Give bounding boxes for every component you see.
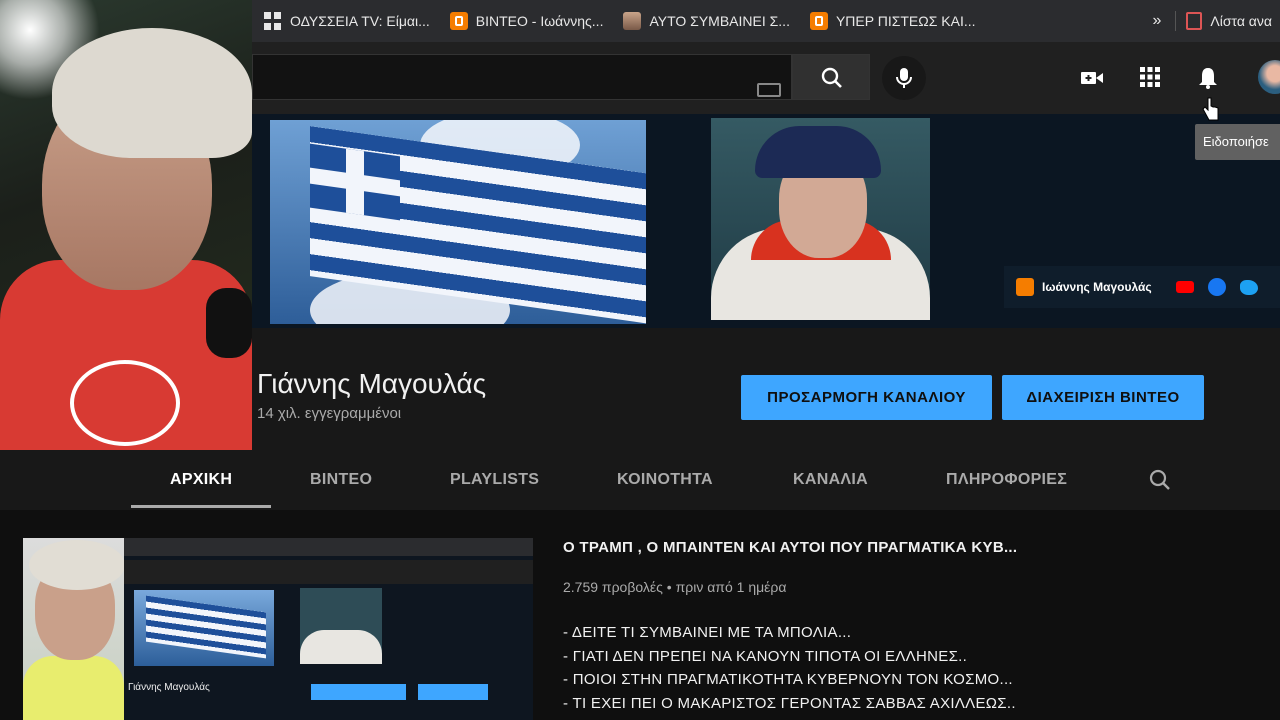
blogger-icon xyxy=(449,12,468,30)
subscriber-count: 14 χιλ. εγγεγραμμένοι xyxy=(257,405,402,422)
banner-link-label[interactable]: Ιωάννης Μαγουλάς xyxy=(1042,280,1152,294)
blogger-link-icon[interactable] xyxy=(1016,278,1034,296)
create-video-icon[interactable] xyxy=(1080,66,1104,90)
channel-search-icon[interactable] xyxy=(1148,468,1172,492)
microphone xyxy=(206,288,252,358)
banner-links: Ιωάννης Μαγουλάς xyxy=(1004,266,1280,308)
channel-banner: Ιωάννης Μαγουλάς xyxy=(252,114,1280,328)
voice-search-button[interactable] xyxy=(882,56,926,100)
divider xyxy=(1175,11,1177,31)
blogger-icon xyxy=(809,12,828,30)
bookmark-label: ΑΥΤΟ ΣΥΜΒΑΙΝΕΙ Σ... xyxy=(649,13,790,29)
bookmark-3[interactable]: ΑΥΤΟ ΣΥΜΒΑΙΝΕΙ Σ... xyxy=(623,12,790,30)
banner-portrait-image xyxy=(711,118,930,320)
reading-list-icon xyxy=(1186,12,1203,30)
bookmark-label: ΥΠΕΡ ΠΙΣΤΕΩΣ ΚΑΙ... xyxy=(835,13,976,29)
apps-grid-icon xyxy=(264,12,282,30)
search-icon xyxy=(821,67,842,88)
tab-videos[interactable]: ΒΙΝΤΕΟ xyxy=(310,450,372,508)
tab-playlists[interactable]: PLAYLISTS xyxy=(450,450,539,508)
featured-video-description: - ΔΕΙΤΕ ΤΙ ΣΥΜΒΑΙΝΕΙ ΜΕ ΤΑ ΜΠΟΛΙΑ... - Γ… xyxy=(563,621,1016,715)
thumbnail-channel-name: Γιάννης Μαγουλάς xyxy=(128,682,210,693)
tab-community[interactable]: ΚΟΙΝΟΤΗΤΑ xyxy=(617,450,713,508)
notifications-tooltip: Ειδοποιήσε xyxy=(1195,124,1280,160)
youtube-link-icon[interactable] xyxy=(1175,281,1194,293)
search-input[interactable] xyxy=(252,54,792,100)
notifications-bell-icon[interactable] xyxy=(1196,66,1220,90)
meta-separator: • xyxy=(666,579,676,595)
youtube-header xyxy=(252,42,1280,114)
twitter-link-icon[interactable] xyxy=(1239,279,1258,295)
tab-home[interactable]: ΑΡΧΙΚΗ xyxy=(170,450,232,508)
active-tab-indicator xyxy=(131,505,271,508)
view-count: 2.759 προβολές xyxy=(563,579,663,595)
account-avatar[interactable] xyxy=(1258,60,1280,94)
description-line: - ΠΟΙΟΙ ΣΤΗΝ ΠΡΑΓΜΑΤΙΚΟΤΗΤΑ ΚΥΒΕΡΝΟΥΝ ΤΟ… xyxy=(563,671,1013,688)
apps-icon[interactable] xyxy=(1139,66,1161,88)
channel-tabs: ΑΡΧΙΚΗ ΒΙΝΤΕΟ PLAYLISTS ΚΟΙΝΟΤΗΤΑ ΚΑΝΑΛΙ… xyxy=(0,450,1280,510)
shirt-logo xyxy=(70,360,180,446)
reading-list-button[interactable]: Λίστα ανα xyxy=(1186,12,1272,30)
bookmark-1[interactable]: ΟΔΥΣΣΕΙΑ TV: Είμαι... xyxy=(264,12,430,30)
greek-flag-image xyxy=(270,120,646,324)
featured-video-thumbnail[interactable]: Γιάννης Μαγουλάς xyxy=(23,538,533,720)
microphone-icon xyxy=(896,68,912,88)
manage-videos-button[interactable]: ΔΙΑΧΕΙΡΙΣΗ ΒΙΝΤΕΟ xyxy=(1002,375,1204,420)
featured-video-meta: 2.759 προβολές • πριν από 1 ημέρα xyxy=(563,579,786,595)
bookmark-label: ΟΔΥΣΣΕΙΑ TV: Είμαι... xyxy=(290,13,430,29)
upload-age: πριν από 1 ημέρα xyxy=(675,579,787,595)
keyboard-icon[interactable] xyxy=(757,83,781,97)
bookmarks-bar: ΟΔΥΣΣΕΙΑ TV: Είμαι... ΒΙΝΤΕΟ - Ιωάννης..… xyxy=(252,0,1280,42)
profile-photo-icon xyxy=(623,12,642,30)
bookmark-4[interactable]: ΥΠΕΡ ΠΙΣΤΕΩΣ ΚΑΙ... xyxy=(809,12,976,30)
tab-about[interactable]: ΠΛΗΡΟΦΟΡΙΕΣ xyxy=(946,450,1067,508)
more-bookmarks-button[interactable]: » xyxy=(1152,12,1161,30)
bookmark-label: ΒΙΝΤΕΟ - Ιωάννης... xyxy=(475,13,604,29)
description-line: - ΔΕΙΤΕ ΤΙ ΣΥΜΒΑΙΝΕΙ ΜΕ ΤΑ ΜΠΟΛΙΑ... xyxy=(563,624,852,641)
tab-channels[interactable]: ΚΑΝΑΛΙΑ xyxy=(793,450,868,508)
featured-video-title[interactable]: Ο ΤΡΑΜΠ , Ο ΜΠΑΙΝΤΕΝ ΚΑΙ ΑΥΤΟΙ ΠΟΥ ΠΡΑΓΜ… xyxy=(563,539,1017,556)
customize-channel-button[interactable]: ΠΡΟΣΑΡΜΟΓΗ ΚΑΝΑΛΙΟΥ xyxy=(741,375,992,420)
description-line: - ΓΙΑΤΙ ΔΕΝ ΠΡΕΠΕΙ ΝΑ ΚΑΝΟΥΝ ΤΙΠΟΤΑ ΟΙ Ε… xyxy=(563,647,968,665)
presenter-cap xyxy=(52,28,252,158)
bookmark-2[interactable]: ΒΙΝΤΕΟ - Ιωάννης... xyxy=(449,12,604,30)
search-button[interactable] xyxy=(792,54,870,100)
description-line: - ΤΙ ΕΧΕΙ ΠΕΙ Ο ΜΑΚΑΡΙΣΤΟΣ ΓΕΡΟΝΤΑΣ ΣΑΒΒ… xyxy=(563,694,1016,712)
facebook-link-icon[interactable] xyxy=(1207,278,1226,296)
hand-cursor-icon xyxy=(1202,97,1219,121)
webcam-overlay xyxy=(0,0,252,450)
reading-list-label: Λίστα ανα xyxy=(1210,13,1272,29)
channel-name: Γιάννης Μαγουλάς xyxy=(257,368,487,399)
